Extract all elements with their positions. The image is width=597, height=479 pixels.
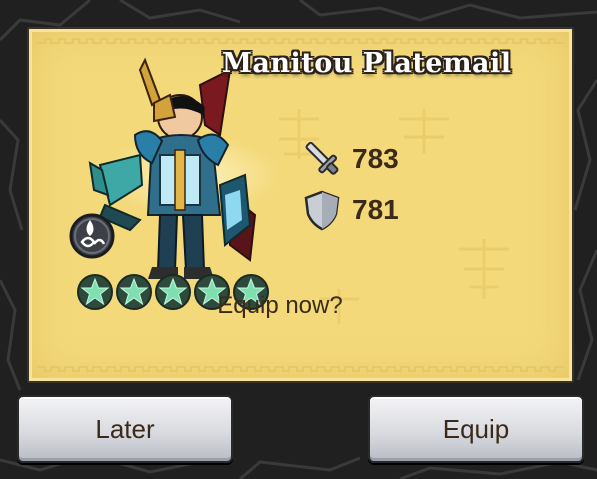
defense-stat: 781 — [300, 188, 399, 232]
star-icon — [77, 274, 113, 310]
shield-icon — [304, 190, 340, 231]
defense-value: 781 — [352, 194, 399, 225]
equip-prompt: Equip now? — [217, 292, 343, 319]
water-element-icon — [69, 213, 115, 259]
item-name: Manitou Platemail — [222, 48, 512, 79]
star-icon — [116, 274, 152, 310]
equip-button[interactable]: Equip — [368, 395, 584, 463]
star-icon — [155, 274, 191, 310]
fret-border-top — [37, 38, 564, 44]
fret-border-bottom — [37, 366, 564, 372]
later-button[interactable]: Later — [17, 395, 233, 463]
sword-icon — [305, 141, 339, 175]
attack-stat: 783 — [300, 137, 399, 181]
attack-value: 783 — [352, 143, 399, 174]
